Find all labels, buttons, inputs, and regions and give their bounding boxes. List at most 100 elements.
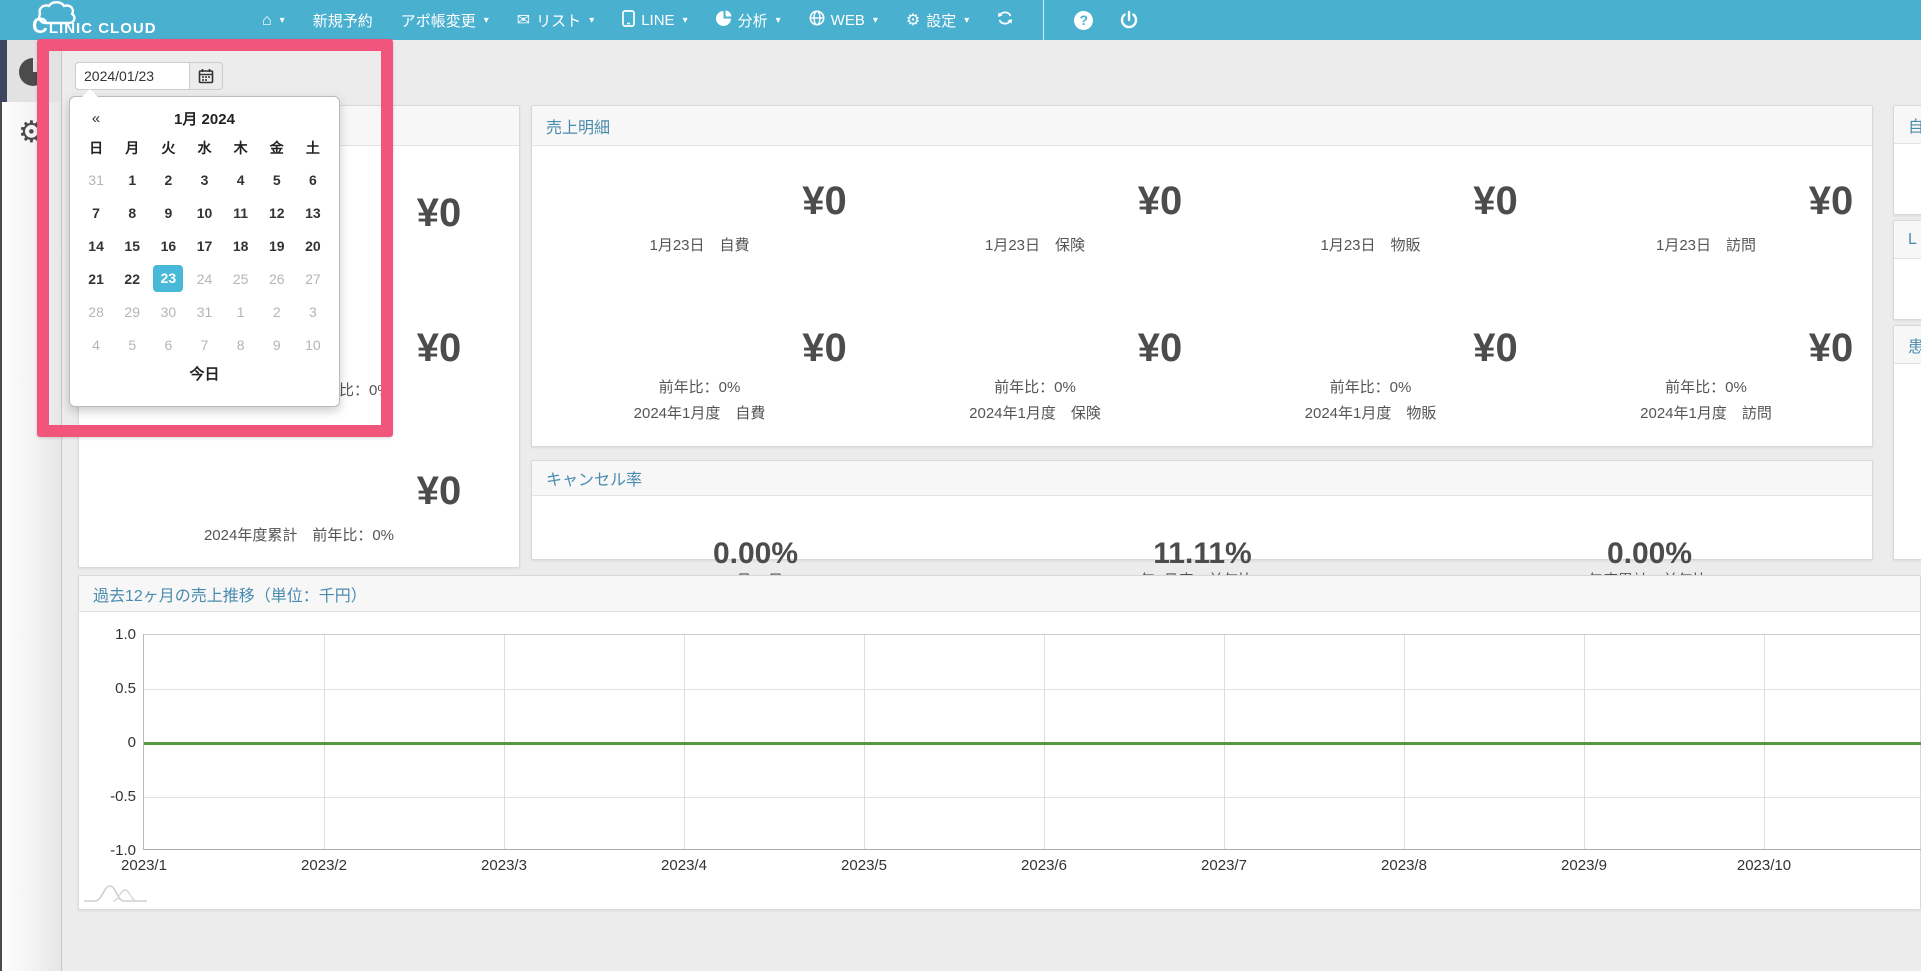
nav-item-label: LINE bbox=[641, 12, 674, 29]
sidebar-item-analytics[interactable] bbox=[0, 40, 61, 102]
caret-down-icon: ▾ bbox=[873, 15, 878, 26]
sparkline-watermark-icon bbox=[83, 882, 149, 906]
calendar-day[interactable]: 3 bbox=[295, 295, 331, 328]
calendar-day[interactable]: 5 bbox=[259, 163, 295, 196]
help-button[interactable]: ? bbox=[1074, 11, 1093, 30]
calendar-day[interactable]: 11 bbox=[223, 196, 259, 229]
sidebar-item-settings[interactable]: ⚙ bbox=[2, 102, 61, 164]
calendar-day[interactable]: 31 bbox=[78, 163, 114, 196]
top-navbar: CLINIC CLOUD ⌂▾新規予約アポ帳変更▾✉リスト▾ LINE ▾ 分析▾WE… bbox=[0, 0, 1921, 40]
calendar-day[interactable]: 6 bbox=[295, 163, 331, 196]
calendar-weekday: 日 bbox=[78, 133, 114, 163]
chart-y-tick-label: 0 bbox=[92, 735, 136, 751]
nav-item-new-appointment[interactable]: 新規予約 bbox=[299, 0, 387, 40]
calendar-button[interactable] bbox=[190, 62, 223, 90]
nav-item-settings[interactable]: ⚙設定▾ bbox=[892, 0, 983, 40]
calendar-weekday: 土 bbox=[295, 133, 331, 163]
metric-label: 2024年度累計 前年比：0% bbox=[79, 527, 519, 545]
brand-text: CLINIC CLOUD bbox=[32, 13, 157, 39]
chart-x-tick-label: 2023/6 bbox=[999, 857, 1089, 875]
calendar-day[interactable]: 7 bbox=[78, 196, 114, 229]
nav-item-analysis[interactable]: 分析▾ bbox=[702, 0, 795, 40]
chart-card-header: 過去12ヶ月の売上推移（単位：千円） bbox=[79, 576, 1920, 612]
calendar-day[interactable]: 9 bbox=[259, 328, 295, 361]
power-button[interactable] bbox=[1119, 10, 1139, 30]
calendar-day[interactable]: 1 bbox=[114, 163, 150, 196]
calendar-day[interactable]: 4 bbox=[223, 163, 259, 196]
card-title: 自 bbox=[1908, 113, 1921, 137]
calendar-day-selected[interactable]: 23 bbox=[150, 262, 186, 295]
chart-x-tick-label: 2023/1 bbox=[99, 857, 189, 875]
calendar-today-button[interactable]: 今日 bbox=[78, 361, 331, 389]
right-clipped-card: 患 bbox=[1893, 325, 1921, 560]
calendar-day[interactable]: 24 bbox=[186, 262, 222, 295]
calendar-day[interactable]: 8 bbox=[223, 328, 259, 361]
calendar-grid: 日月火水木金土 31123456789101112131415161718192… bbox=[78, 133, 331, 361]
caret-down-icon: ▾ bbox=[280, 15, 285, 26]
chart-x-tick-label: 2023/3 bbox=[459, 857, 549, 875]
right-clipped-card: 自 bbox=[1893, 105, 1921, 215]
metric-label: 2024年1月度 保険 bbox=[868, 405, 1203, 423]
calendar-day[interactable]: 2 bbox=[259, 295, 295, 328]
calendar-day[interactable]: 31 bbox=[186, 295, 222, 328]
pie-chart-icon bbox=[18, 55, 50, 87]
calendar-week-row: 28293031123 bbox=[78, 295, 331, 328]
calendar-day[interactable]: 5 bbox=[114, 328, 150, 361]
chart-horizontal-gridline bbox=[144, 689, 1921, 690]
metric-label: 1月23日 自費 bbox=[532, 237, 867, 255]
calendar-day[interactable]: 3 bbox=[186, 163, 222, 196]
nav-item-line[interactable]: LINE ▾ bbox=[608, 0, 701, 40]
calendar-day[interactable]: 10 bbox=[186, 196, 222, 229]
chart-x-tick-label: 2023/2 bbox=[279, 857, 369, 875]
calendar-day[interactable]: 25 bbox=[223, 262, 259, 295]
sales-detail-card: 売上明細 ¥01月23日 自費¥01月23日 保険¥01月23日 物販¥01月2… bbox=[531, 105, 1873, 447]
calendar-day[interactable]: 12 bbox=[259, 196, 295, 229]
nav-item-web[interactable]: WEB▾ bbox=[795, 0, 892, 40]
nav-item-home[interactable]: ⌂▾ bbox=[248, 0, 299, 40]
card-title: 患 bbox=[1908, 333, 1921, 357]
calendar-month-title[interactable]: 1月 2024 bbox=[78, 108, 331, 129]
calendar-day[interactable]: 13 bbox=[295, 196, 331, 229]
metric-label: 2024年1月度 物販 bbox=[1203, 405, 1538, 423]
calendar-day[interactable]: 7 bbox=[186, 328, 222, 361]
calendar-day[interactable]: 2 bbox=[150, 163, 186, 196]
calendar-day[interactable]: 28 bbox=[78, 295, 114, 328]
calendar-day[interactable]: 10 bbox=[295, 328, 331, 361]
calendar-day[interactable]: 19 bbox=[259, 229, 295, 262]
nav-item-appointment-book-change[interactable]: アポ帳変更▾ bbox=[387, 0, 503, 40]
metric-label: 1月23日 訪問 bbox=[1539, 237, 1874, 255]
chart-x-tick-label: 2023/7 bbox=[1179, 857, 1269, 875]
chart-x-tick-label: 2023/4 bbox=[639, 857, 729, 875]
calendar-day[interactable]: 4 bbox=[78, 328, 114, 361]
date-input[interactable] bbox=[75, 62, 190, 90]
calendar-day[interactable]: 18 bbox=[223, 229, 259, 262]
calendar-day[interactable]: 30 bbox=[150, 295, 186, 328]
gear-icon: ⚙ bbox=[18, 118, 45, 148]
calendar-day[interactable]: 15 bbox=[114, 229, 150, 262]
calendar-day[interactable]: 14 bbox=[78, 229, 114, 262]
pie-icon bbox=[716, 10, 732, 30]
nav-item-list[interactable]: ✉リスト▾ bbox=[503, 0, 608, 40]
calendar-day[interactable]: 8 bbox=[114, 196, 150, 229]
brand-logo[interactable]: CLINIC CLOUD bbox=[22, 0, 212, 40]
calendar-day[interactable]: 16 bbox=[150, 229, 186, 262]
calendar-day[interactable]: 6 bbox=[150, 328, 186, 361]
nav-item-refresh[interactable] bbox=[983, 0, 1027, 40]
calendar-day[interactable]: 9 bbox=[150, 196, 186, 229]
calendar-week-row: 14151617181920 bbox=[78, 229, 331, 262]
calendar-day[interactable]: 1 bbox=[223, 295, 259, 328]
calendar-day[interactable]: 22 bbox=[114, 262, 150, 295]
caret-down-icon: ▾ bbox=[683, 15, 688, 26]
calendar-weekday: 火 bbox=[150, 133, 186, 163]
calendar-day[interactable]: 20 bbox=[295, 229, 331, 262]
calendar-day[interactable]: 29 bbox=[114, 295, 150, 328]
chart-x-tick-label: 2023/5 bbox=[819, 857, 909, 875]
metric-label: 前年比：0% bbox=[532, 379, 867, 397]
calendar-day[interactable]: 26 bbox=[259, 262, 295, 295]
chart-x-tick-label: 2023/9 bbox=[1539, 857, 1629, 875]
calendar-day[interactable]: 27 bbox=[295, 262, 331, 295]
calendar-day[interactable]: 21 bbox=[78, 262, 114, 295]
metric-value: ¥0 bbox=[993, 325, 1328, 371]
sales-detail-grid: ¥01月23日 自費¥01月23日 保険¥01月23日 物販¥01月23日 訪問… bbox=[532, 146, 1872, 446]
calendar-day[interactable]: 17 bbox=[186, 229, 222, 262]
